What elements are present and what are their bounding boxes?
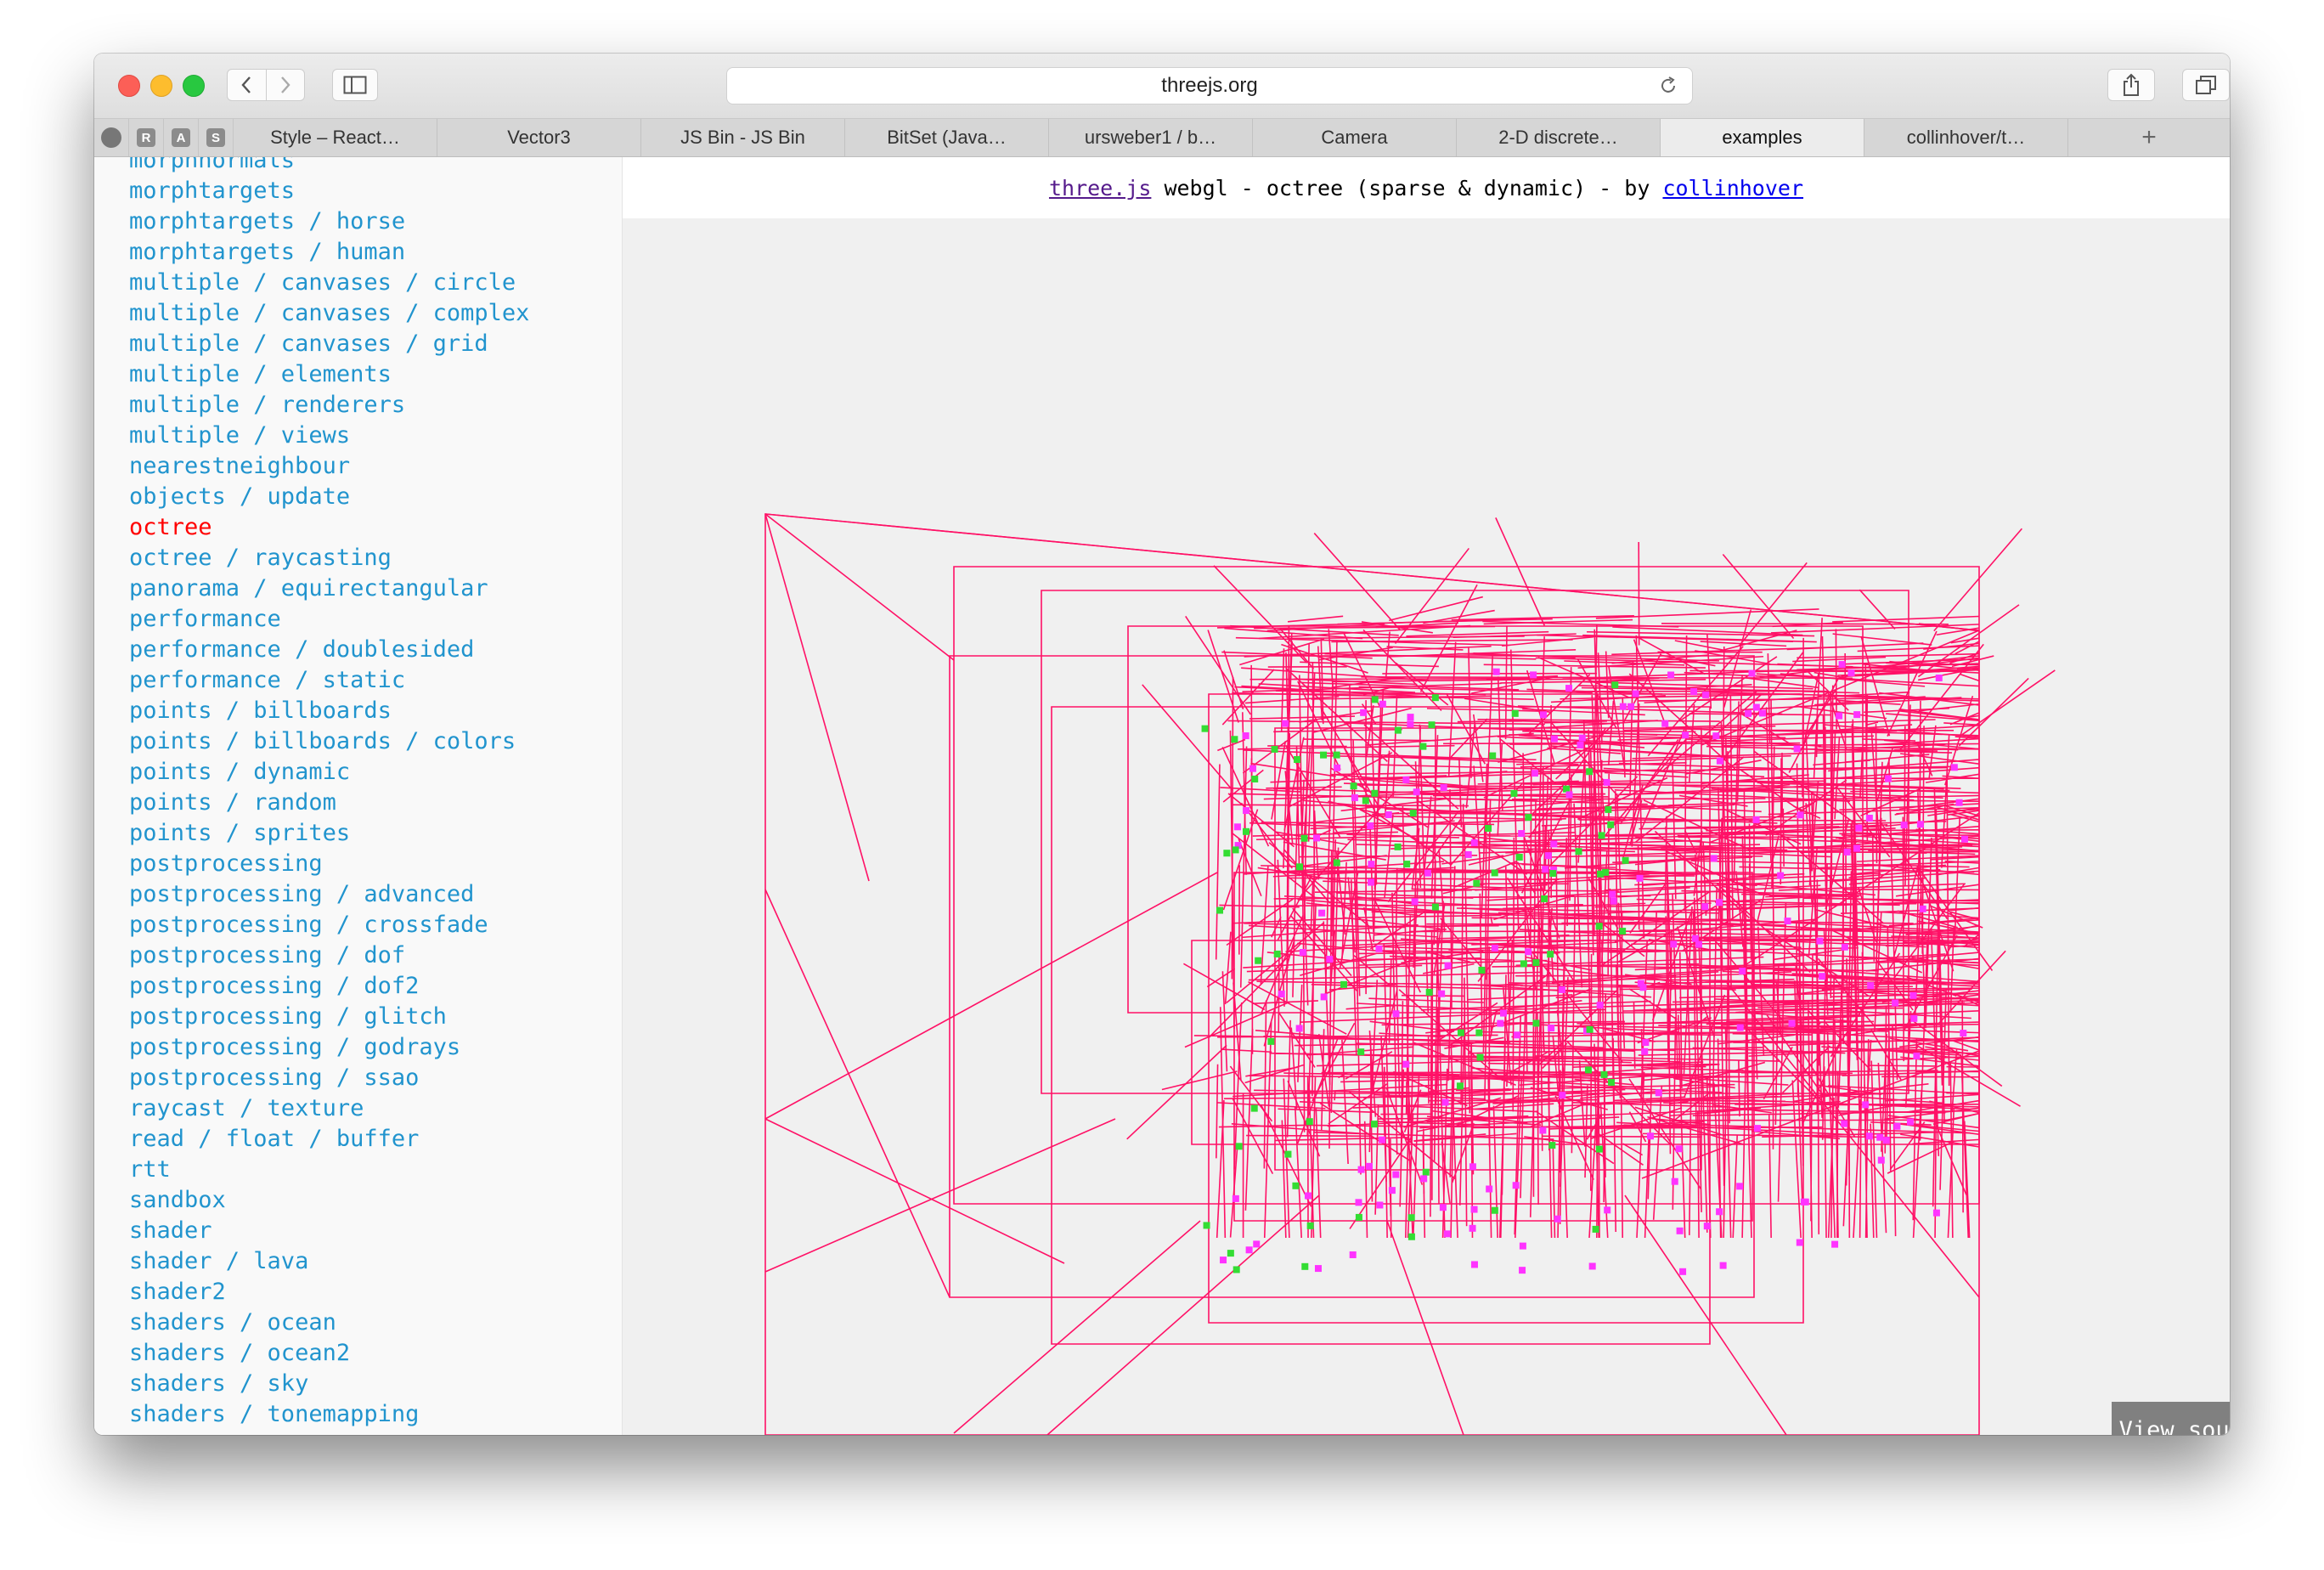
close-window-button[interactable]: [118, 75, 140, 97]
sidebar-link[interactable]: rtt: [129, 1155, 529, 1185]
sidebar-link[interactable]: multiple / canvases / grid: [129, 329, 529, 359]
tab-style-react[interactable]: Style – React…: [234, 119, 437, 156]
sidebar-link[interactable]: postprocessing / glitch: [129, 1002, 529, 1032]
sidebar-link[interactable]: multiple / views: [129, 421, 529, 451]
sidebar-link[interactable]: multiple / elements: [129, 359, 529, 390]
threejs-link[interactable]: three.js: [1049, 176, 1151, 200]
pinned-tab-github[interactable]: [94, 119, 129, 156]
tab-collinhover[interactable]: collinhover/t…: [1864, 119, 2068, 156]
tab-2d-discrete[interactable]: 2-D discrete…: [1457, 119, 1661, 156]
sidebar-link[interactable]: shaders / tonemapping: [129, 1399, 529, 1430]
example-description: webgl - octree (sparse & dynamic) - by: [1151, 175, 1663, 200]
example-info: three.js webgl - octree (sparse & dynami…: [623, 157, 2230, 218]
sidebar-link[interactable]: objects / update: [129, 482, 529, 512]
chevron-left-icon: [241, 76, 251, 93]
sidebar-link[interactable]: shader2: [129, 1277, 529, 1307]
tab-bar: R A S Style – React… Vector3 JS Bin - JS…: [94, 119, 2230, 157]
url-text: threejs.org: [1161, 74, 1258, 97]
tab-ursweber1[interactable]: ursweber1 / b…: [1049, 119, 1253, 156]
sidebar-link[interactable]: performance / static: [129, 665, 529, 696]
sidebar-link[interactable]: points / billboards / colors: [129, 726, 529, 757]
sidebar-link[interactable]: multiple / canvases / complex: [129, 298, 529, 329]
sidebar-link[interactable]: shader / lava: [129, 1246, 529, 1277]
r-icon: R: [137, 128, 155, 147]
pinned-tab-a[interactable]: A: [164, 119, 199, 156]
sidebar-link[interactable]: nearestneighbour: [129, 451, 529, 482]
tab-camera[interactable]: Camera: [1253, 119, 1457, 156]
sidebar-link[interactable]: postprocessing: [129, 849, 529, 879]
address-bar[interactable]: threejs.org: [726, 67, 1693, 104]
sidebar-link[interactable]: postprocessing / crossfade: [129, 910, 529, 940]
github-icon: [101, 127, 121, 148]
sidebar-link[interactable]: morphtargets: [129, 176, 529, 206]
chevron-right-icon: [280, 76, 290, 93]
sidebar-link[interactable]: performance: [129, 604, 529, 635]
navigation-buttons: [227, 69, 305, 101]
sidebar-link[interactable]: performance / doublesided: [129, 635, 529, 665]
webgl-viewport[interactable]: three.js webgl - octree (sparse & dynami…: [623, 157, 2230, 1435]
page-content: morphnormals morphtargets morphtargets / h…: [94, 157, 2230, 1435]
sidebar-link[interactable]: points / random: [129, 788, 529, 818]
sidebar-link[interactable]: postprocessing / dof2: [129, 971, 529, 1002]
octree-wireframe: [764, 513, 2056, 1435]
sidebar-link[interactable]: points / billboards: [129, 696, 529, 726]
examples-list: morphnormals morphtargets morphtargets / h…: [129, 157, 529, 1430]
sidebar-link[interactable]: shaders / sky: [129, 1369, 529, 1399]
sidebar-link[interactable]: raycast / texture: [129, 1093, 529, 1124]
sidebar-link[interactable]: octree / raycasting: [129, 543, 529, 573]
zoom-window-button[interactable]: [183, 75, 205, 97]
back-button[interactable]: [228, 70, 266, 100]
octree-render: [764, 513, 2056, 1435]
sidebar-link[interactable]: postprocessing / dof: [129, 940, 529, 971]
tab-bitset[interactable]: BitSet (Java…: [845, 119, 1049, 156]
sidebar-link[interactable]: morphtargets / human: [129, 237, 529, 268]
pinned-tab-s[interactable]: S: [199, 119, 234, 156]
sidebar-link[interactable]: postprocessing / godrays: [129, 1032, 529, 1063]
minimize-window-button[interactable]: [150, 75, 172, 97]
sidebar-link[interactable]: morphtargets / horse: [129, 206, 529, 237]
share-button[interactable]: [2107, 69, 2155, 101]
sidebar-link[interactable]: shader: [129, 1216, 529, 1246]
pinned-tab-r[interactable]: R: [129, 119, 164, 156]
sidebar-link[interactable]: panorama / equirectangular: [129, 573, 529, 604]
a-icon: A: [172, 128, 190, 147]
sidebar-link[interactable]: multiple / canvases / circle: [129, 268, 529, 298]
browser-window: threejs.org R A S Style – React… Vector3…: [94, 54, 2230, 1435]
sidebar-link[interactable]: read / float / buffer: [129, 1124, 529, 1155]
tab-js-bin[interactable]: JS Bin - JS Bin: [641, 119, 845, 156]
sidebar-link[interactable]: sandbox: [129, 1185, 529, 1216]
sidebar-icon: [343, 76, 367, 94]
sidebar-link[interactable]: postprocessing / advanced: [129, 879, 529, 910]
browser-toolbar: threejs.org: [94, 54, 2230, 119]
view-source-button[interactable]: View source: [2112, 1402, 2230, 1435]
sidebar-link[interactable]: shaders / ocean2: [129, 1338, 529, 1369]
author-link[interactable]: collinhover: [1662, 176, 1803, 200]
tab-vector3[interactable]: Vector3: [437, 119, 641, 156]
sidebar-link[interactable]: octree: [129, 512, 529, 543]
sidebar-link[interactable]: morphnormals: [129, 157, 529, 176]
sidebar-link[interactable]: points / dynamic: [129, 757, 529, 788]
s-icon: S: [206, 128, 225, 147]
examples-sidebar: morphnormals morphtargets morphtargets / h…: [94, 157, 623, 1435]
sidebar-link[interactable]: multiple / renderers: [129, 390, 529, 421]
forward-button[interactable]: [266, 70, 304, 100]
tab-examples[interactable]: examples: [1661, 119, 1864, 156]
new-tab-button[interactable]: +: [2068, 119, 2230, 156]
sidebar-link[interactable]: postprocessing / ssao: [129, 1063, 529, 1093]
share-icon: [2124, 73, 2139, 96]
sidebar-toggle-button[interactable]: [332, 69, 378, 101]
show-tabs-button[interactable]: [2182, 69, 2230, 101]
reload-icon[interactable]: [1658, 76, 1678, 96]
sidebar-link[interactable]: shaders / ocean: [129, 1307, 529, 1338]
sidebar-link[interactable]: points / sprites: [129, 818, 529, 849]
tabs-overview-icon: [2196, 76, 2216, 94]
